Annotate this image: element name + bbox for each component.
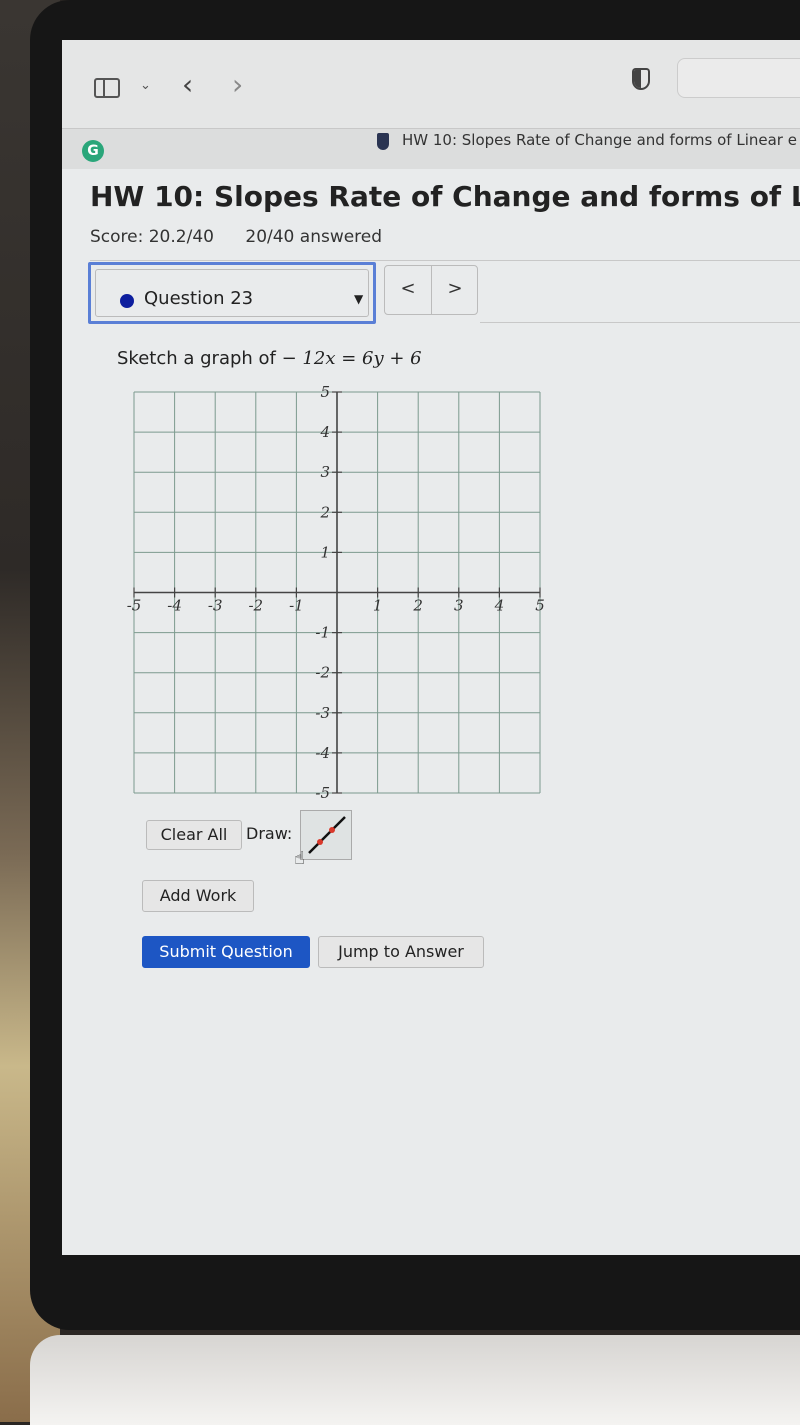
question-status-dot-icon (120, 294, 134, 308)
line-tool-icon (308, 816, 346, 854)
x-tick-label: 5 (535, 597, 545, 615)
x-tick-label: -2 (248, 597, 263, 615)
shield-icon[interactable] (632, 68, 650, 90)
x-tick-label: 1 (373, 597, 383, 615)
add-work-button[interactable]: Add Work (142, 880, 254, 912)
x-tick-label: -1 (289, 597, 304, 615)
prompt-text: Sketch a graph of (117, 348, 282, 369)
x-tick-label: -3 (208, 597, 223, 615)
question-prompt: Sketch a graph of − 12x = 6y + 6 (117, 348, 422, 369)
chevron-down-icon[interactable]: ⌄ (140, 78, 151, 93)
forward-icon[interactable]: › (232, 68, 243, 101)
x-tick-label: 4 (494, 597, 505, 615)
graph-canvas[interactable]: -5 -4 -3 -2 -1 1 2 3 4 5 5 4 3 2 1 -1 -2 -3 -4 -5 (122, 380, 552, 805)
question-nav: < > (384, 265, 478, 315)
y-tick-label: 1 (320, 543, 330, 561)
back-icon[interactable]: ‹ (182, 68, 193, 101)
clear-all-button[interactable]: Clear All (146, 820, 242, 850)
divider (480, 322, 800, 323)
laptop-base (30, 1335, 800, 1425)
grammarly-icon[interactable]: G (82, 140, 104, 162)
tab-title[interactable]: HW 10: Slopes Rate of Change and forms o… (402, 131, 797, 149)
equation: − 12x = 6y + 6 (281, 348, 422, 369)
question-select-label: Question 23 (144, 288, 254, 309)
y-tick-label: -5 (315, 784, 330, 802)
coordinate-grid[interactable]: -5 -4 -3 -2 -1 1 2 3 4 5 5 4 3 2 1 -1 -2 -3 -4 -5 (122, 380, 552, 805)
browser-window: ⌄ ‹ › G HW 10: Slopes Rate of Change and… (62, 40, 800, 1255)
prev-question-button[interactable]: < (385, 266, 432, 314)
caret-down-icon: ▼ (354, 292, 364, 306)
y-tick-label: 3 (320, 463, 330, 481)
score-text: Score: 20.2/40 (90, 227, 214, 247)
page-title: HW 10: Slopes Rate of Change and forms o… (90, 180, 800, 213)
submit-question-button[interactable]: Submit Question (142, 936, 310, 968)
question-select[interactable]: Question 23 ▼ (88, 262, 376, 324)
score-line: Score: 20.2/40 20/40 answered (90, 227, 408, 247)
hand-cursor-icon: ☝ (294, 848, 305, 869)
x-tick-label: 3 (454, 597, 464, 615)
y-tick-label: -2 (315, 664, 330, 682)
address-bar[interactable] (677, 58, 800, 98)
line-tool-button[interactable] (300, 810, 352, 860)
y-tick-label: -1 (315, 624, 330, 642)
x-tick-label: 2 (412, 597, 423, 615)
y-tick-label: 2 (319, 503, 330, 521)
answered-text: 20/40 answered (245, 227, 383, 247)
y-tick-label: 5 (320, 383, 330, 401)
divider (90, 260, 800, 261)
y-tick-label: -3 (315, 704, 330, 722)
sidebar-icon[interactable] (94, 78, 120, 98)
browser-toolbar: ⌄ ‹ › (62, 40, 800, 132)
x-tick-label: -4 (167, 597, 182, 615)
next-question-button[interactable]: > (432, 266, 478, 314)
y-tick-label: -4 (315, 744, 330, 762)
x-tick-label: -5 (127, 597, 142, 615)
draw-label: Draw: (246, 824, 293, 843)
jump-to-answer-button[interactable]: Jump to Answer (318, 936, 484, 968)
site-favicon-icon (377, 133, 389, 150)
y-tick-label: 4 (319, 423, 330, 441)
